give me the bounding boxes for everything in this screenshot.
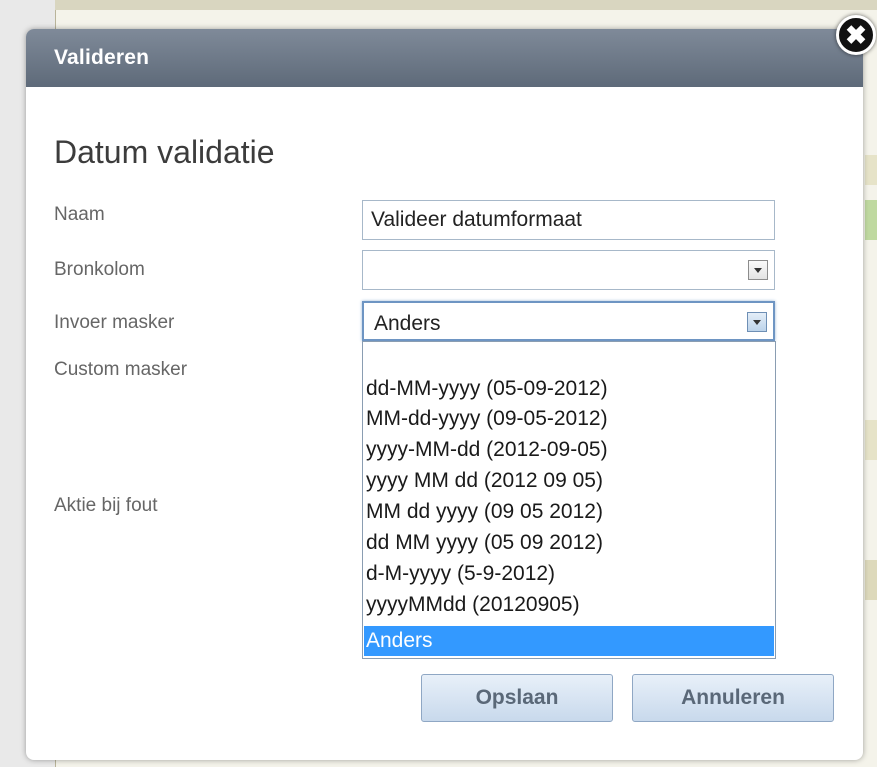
chevron-down-icon[interactable]	[747, 312, 767, 332]
bronkolom-label: Bronkolom	[54, 259, 145, 280]
background-row-stripe	[865, 200, 877, 240]
dropdown-option[interactable]: yyyy-MM-dd (2012-09-05)	[364, 435, 774, 465]
invoer-masker-label: Invoer masker	[54, 312, 175, 333]
chevron-down-icon[interactable]	[748, 260, 768, 280]
dropdown-option[interactable]: MM-dd-yyyy (09-05-2012)	[364, 404, 774, 434]
dialog-title: Valideren	[54, 46, 150, 69]
save-button[interactable]: Opslaan	[421, 674, 613, 722]
cancel-button[interactable]: Annuleren	[632, 674, 834, 722]
bronkolom-select[interactable]	[362, 250, 775, 290]
page-title: Datum validatie	[54, 134, 275, 170]
aktie-bij-fout-label: Aktie bij fout	[54, 495, 158, 516]
invoer-masker-dropdown-list: dd-MM-yyyy (05-09-2012) MM-dd-yyyy (09-0…	[362, 341, 776, 659]
dropdown-option-selected[interactable]: Anders	[364, 626, 774, 656]
validate-dialog: Valideren ✖ Datum validatie Naam Validee…	[26, 15, 876, 760]
background-app-topbar	[55, 0, 877, 10]
dialog-header: Valideren	[26, 29, 863, 87]
dropdown-option[interactable]: yyyyMMdd (20120905)	[364, 590, 774, 620]
background-row-stripe	[865, 420, 877, 460]
invoer-masker-select[interactable]: Anders	[362, 301, 775, 341]
close-icon[interactable]: ✖	[836, 15, 876, 55]
background-row-stripe	[865, 155, 877, 185]
dropdown-option[interactable]: yyyy MM dd (2012 09 05)	[364, 466, 774, 496]
invoer-masker-value: Anders	[374, 312, 441, 335]
dropdown-option[interactable]	[364, 344, 774, 374]
dropdown-option[interactable]: d-M-yyyy (5-9-2012)	[364, 559, 774, 589]
dropdown-option[interactable]: MM dd yyyy (09 05 2012)	[364, 497, 774, 527]
custom-masker-label: Custom masker	[54, 359, 188, 380]
naam-label: Naam	[54, 204, 105, 225]
dropdown-option[interactable]: dd MM yyyy (05 09 2012)	[364, 528, 774, 558]
background-row-stripe	[865, 560, 877, 600]
naam-input[interactable]: Valideer datumformaat	[362, 200, 775, 240]
dropdown-option[interactable]: dd-MM-yyyy (05-09-2012)	[364, 374, 774, 404]
